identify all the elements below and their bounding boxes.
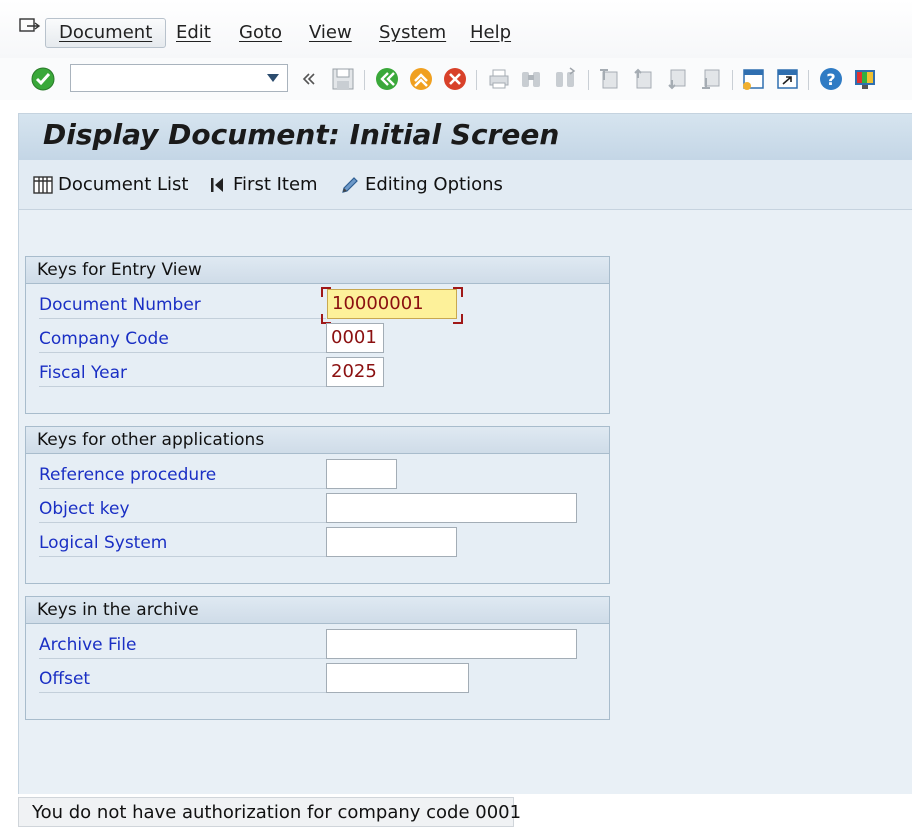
exit-icon[interactable] (408, 66, 434, 92)
logical-system-input[interactable] (326, 527, 457, 557)
menu-help[interactable]: Help (457, 19, 524, 47)
application-toolbar: Document List First Item Editing Options (19, 160, 912, 210)
help-icon[interactable]: ? (818, 66, 844, 92)
document-number-label: Document Number (39, 292, 326, 319)
cancel-icon[interactable] (442, 66, 468, 92)
menu-system[interactable]: System (366, 19, 459, 47)
last-page-icon[interactable] (698, 66, 724, 92)
focus-corner (453, 287, 463, 297)
object-key-label: Object key (39, 496, 326, 523)
group-header: Keys for other applications (26, 427, 609, 454)
fiscal-year-label: Fiscal Year (39, 360, 326, 387)
system-menu-icon[interactable] (19, 17, 41, 37)
status-bar[interactable]: You do not have authorization for compan… (18, 797, 521, 827)
status-message: You do not have authorization for compan… (32, 801, 522, 823)
menu-edit[interactable]: Edit (163, 19, 224, 47)
group-keys-other-applications: Keys for other applications Reference pr… (25, 426, 610, 584)
group-keys-entry-view: Keys for Entry View Document Number 1000… (25, 256, 610, 414)
company-code-label: Company Code (39, 326, 326, 353)
first-item-button[interactable]: First Item (207, 172, 318, 198)
save-icon[interactable] (330, 66, 356, 92)
enter-checkmark-icon[interactable] (30, 66, 56, 92)
previous-page-icon[interactable] (630, 66, 656, 92)
editing-options-label: Editing Options (365, 174, 503, 195)
first-item-label: First Item (233, 174, 318, 195)
document-list-button[interactable]: Document List (32, 172, 188, 198)
list-icon (33, 176, 53, 194)
offset-label: Offset (39, 666, 326, 693)
find-next-icon[interactable] (552, 66, 578, 92)
logical-system-label: Logical System (39, 530, 326, 557)
back-icon[interactable] (374, 66, 400, 92)
collapse-command-icon[interactable] (300, 66, 318, 92)
find-icon[interactable] (518, 66, 544, 92)
first-item-icon (211, 178, 223, 192)
page-title: Display Document: Initial Screen (43, 118, 560, 151)
menu-goto[interactable]: Goto (226, 19, 295, 47)
editing-options-button[interactable]: Editing Options (339, 172, 503, 198)
fiscal-year-input[interactable]: 2025 (326, 357, 384, 387)
menu-bar: Document Edit Goto View System Help (0, 0, 912, 58)
document-list-label: Document List (58, 174, 189, 195)
archive-file-label: Archive File (39, 632, 326, 659)
offset-input[interactable] (326, 663, 469, 693)
first-page-icon[interactable] (596, 66, 622, 92)
group-header: Keys for Entry View (26, 257, 609, 284)
svg-text:?: ? (826, 70, 835, 89)
standard-toolbar: ? (0, 58, 912, 100)
reference-procedure-label: Reference procedure (39, 462, 326, 489)
focus-corner (453, 314, 463, 324)
next-page-icon[interactable] (664, 66, 690, 92)
command-field[interactable] (70, 64, 288, 92)
main-screen: Display Document: Initial Screen Documen… (18, 113, 912, 794)
print-icon[interactable] (486, 66, 512, 92)
menu-document[interactable]: Document (45, 18, 167, 48)
object-key-input[interactable] (326, 493, 577, 523)
create-shortcut-icon[interactable] (774, 66, 800, 92)
group-keys-archive: Keys in the archive Archive File Offset (25, 596, 610, 720)
reference-procedure-input[interactable] (326, 459, 397, 489)
command-input[interactable] (75, 66, 269, 92)
focus-corner (321, 287, 331, 297)
new-session-icon[interactable] (740, 66, 766, 92)
chevron-down-icon[interactable] (267, 74, 279, 82)
document-number-input[interactable]: 10000001 (327, 289, 457, 319)
company-code-input[interactable]: 0001 (326, 323, 384, 353)
group-header: Keys in the archive (26, 597, 609, 624)
customize-layout-icon[interactable] (852, 66, 878, 92)
archive-file-input[interactable] (326, 629, 577, 659)
title-bar: Display Document: Initial Screen (19, 114, 912, 160)
menu-view[interactable]: View (296, 19, 365, 47)
pencil-icon (342, 177, 358, 193)
